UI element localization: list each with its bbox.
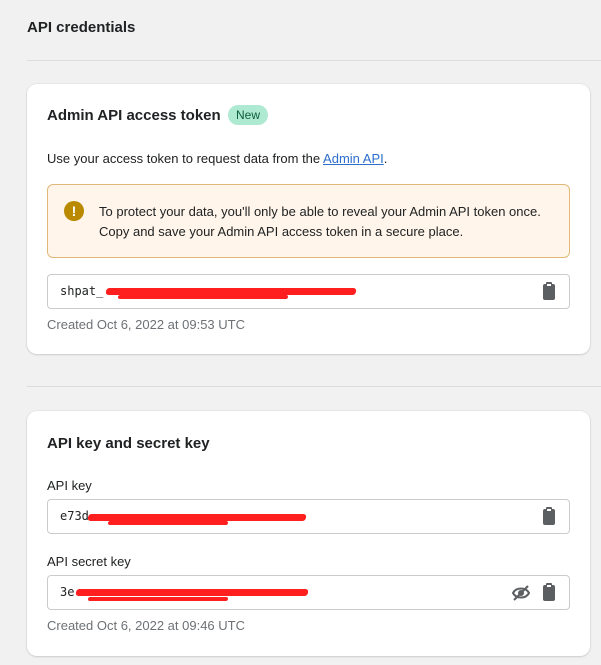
redaction-mark [107,521,229,525]
access-token-card: Admin API access token New Use your acce… [27,84,590,354]
api-secret-label: API secret key [47,554,131,569]
redaction-mark [87,597,229,601]
clipboard-icon[interactable] [543,583,555,601]
card-title: API key and secret key [47,435,210,452]
api-secret-value: 3e [60,585,75,599]
keys-created-date: Created Oct 6, 2022 at 09:46 UTC [47,618,245,633]
api-key-value: e73d [60,509,89,523]
clipboard-icon[interactable] [543,507,555,525]
api-keys-card: API key and secret key API key e73d API … [27,411,590,656]
access-token-value: shpat_ [60,284,104,298]
new-badge: New [228,105,269,125]
description-suffix: . [383,151,388,166]
card-title: Admin API access token [47,107,221,124]
eye-slash-icon[interactable] [511,584,531,602]
clipboard-icon[interactable] [543,282,555,300]
banner-text: To protect your data, you'll only be abl… [99,204,541,239]
token-created-date: Created Oct 6, 2022 at 09:53 UTC [47,317,245,332]
divider-middle [27,386,601,387]
exclamation-circle-icon: ! [64,201,84,221]
warning-banner: ! To protect your data, you'll only be a… [47,184,570,258]
page-title: API credentials [27,19,136,36]
redaction-mark [117,295,289,299]
description-text: Use your access token to request data fr… [47,151,324,166]
redaction-mark [105,288,357,295]
redaction-mark [75,589,309,596]
card-description: Use your access token to request data fr… [47,151,387,166]
divider-top [27,60,601,61]
access-token-field[interactable]: shpat_ [47,274,570,309]
admin-api-link[interactable]: Admin API [323,151,384,166]
api-secret-field[interactable]: 3e [47,575,570,610]
redaction-mark [87,514,307,521]
api-key-field[interactable]: e73d [47,499,570,534]
api-key-label: API key [47,478,92,493]
